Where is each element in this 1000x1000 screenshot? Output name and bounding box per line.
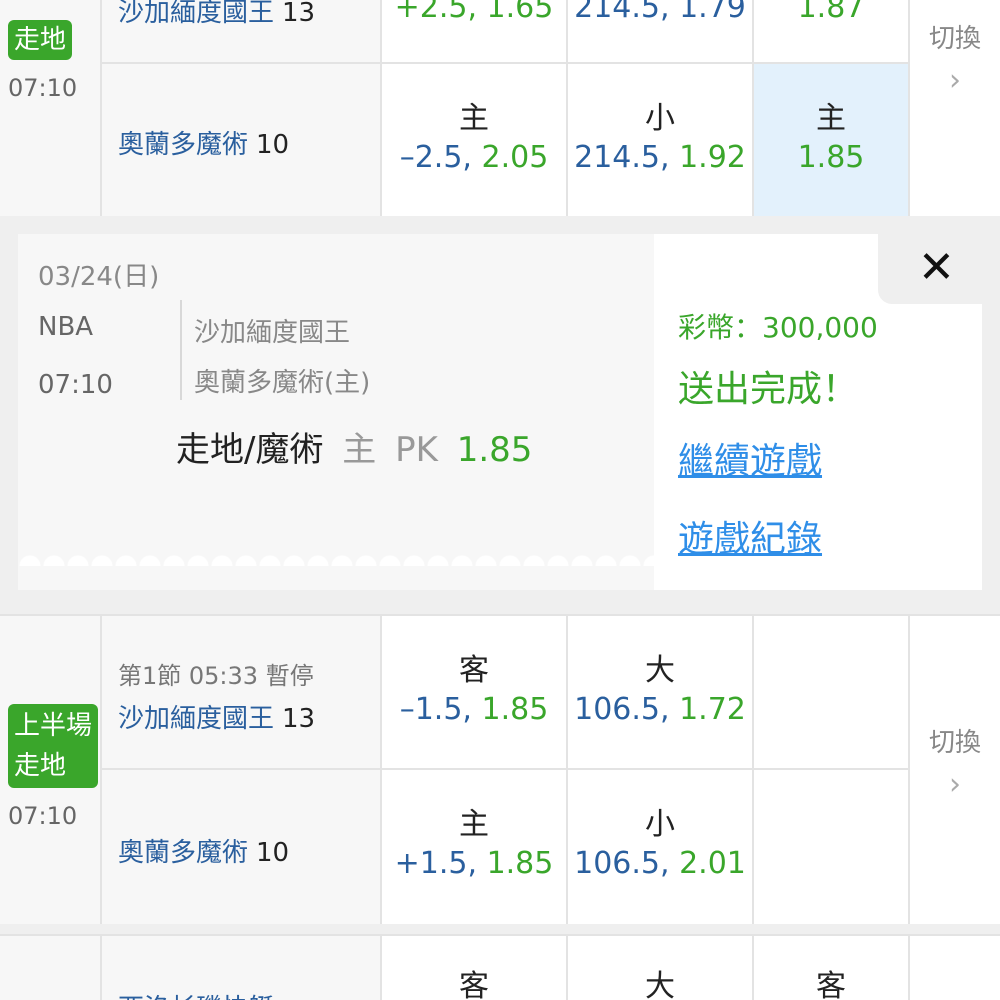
team-score: 13: [282, 0, 316, 28]
odds-label: 客: [816, 969, 846, 1000]
bet-side: 主: [342, 430, 377, 470]
spread-odds-away[interactable]: 客 –1.5, 1.85: [382, 652, 566, 730]
receipt-bet-line: 走地/魔術 主 PK 1.85: [176, 422, 532, 471]
team-home[interactable]: 奧蘭多魔術 10: [118, 124, 289, 161]
receipt-zigzag-edge: [18, 548, 654, 566]
game-time: 07:10: [8, 74, 78, 102]
total-odds-home[interactable]: 小 106.5, 2.01: [568, 806, 752, 884]
continue-game-link[interactable]: 繼續遊戲: [678, 432, 822, 484]
team-score: 10: [256, 838, 290, 868]
badge-line-2: 走地: [14, 751, 67, 781]
switch-label: 切換: [928, 24, 981, 54]
live-badge: 上半場 走地: [8, 704, 99, 788]
receipt-divider: [180, 300, 182, 400]
odds-value: 1.87: [797, 0, 865, 25]
game-row-block-3: 西洛杉磯快艇 客 大 客: [0, 934, 1000, 1000]
odds-label: 主: [816, 101, 846, 136]
team-away[interactable]: 沙加緬度國王 13: [118, 698, 315, 735]
team-home[interactable]: 奧蘭多魔術 10: [118, 832, 289, 869]
odds-value: +2.5, 1.65: [394, 0, 554, 25]
moneyline-odds-away[interactable]: 1.87: [754, 0, 908, 28]
odds-label: 主: [459, 807, 489, 842]
odds-label: 小: [645, 101, 675, 136]
team-name: 奧蘭多魔術: [118, 838, 249, 868]
total-odds-away[interactable]: 大 106.5, 1.72: [568, 652, 752, 730]
team-name: 沙加緬度國王: [118, 704, 275, 734]
receipt-team-2: 奧蘭多魔術(主): [194, 368, 371, 398]
chevron-right-icon: ›: [949, 767, 961, 802]
odds-value: 106.5, 2.01: [574, 846, 746, 881]
odds-value: +1.5, 1.85: [394, 846, 554, 881]
game-row-block-1: 走地 07:10 沙加緬度國王 13 奧蘭多魔術 10 +2.5, 1.65 214…: [0, 0, 1000, 216]
team-away[interactable]: 沙加緬度國王 13: [118, 0, 315, 29]
total-odds-away[interactable]: 大: [568, 968, 752, 1000]
odds-value: –2.5, 2.05: [399, 140, 549, 175]
odds-value: 1.85: [797, 140, 865, 175]
spread-odds-away[interactable]: +2.5, 1.65: [382, 0, 566, 28]
team-name: 沙加緬度國王: [118, 0, 275, 28]
receipt-team-1: 沙加緬度國王: [194, 318, 351, 348]
coins-label: 彩幣：300,000: [678, 311, 878, 344]
spread-odds-away[interactable]: 客: [382, 968, 566, 1000]
total-odds-away[interactable]: 214.5, 1.79: [568, 0, 752, 28]
close-icon[interactable]: ✕: [918, 244, 955, 292]
spread-odds-home[interactable]: 主 –2.5, 2.05: [382, 100, 566, 178]
game-row-block-2: 上半場 走地 07:10 第1節 05:33 暫停 沙加緬度國王 13 奧蘭多魔術…: [0, 614, 1000, 924]
total-odds-home[interactable]: 小 214.5, 1.92: [568, 100, 752, 178]
game-history-link[interactable]: 遊戲紀錄: [678, 510, 822, 562]
game-time: 07:10: [8, 802, 78, 830]
live-badge: 走地: [8, 20, 73, 60]
receipt-time: 07:10: [38, 370, 113, 400]
odds-value: 214.5, 1.92: [574, 140, 746, 175]
odds-label: 客: [459, 969, 489, 1000]
moneyline-odds-home[interactable]: 主 1.85: [754, 100, 908, 178]
team-away[interactable]: 西洛杉磯快艇: [118, 988, 274, 1000]
receipt-league: NBA: [38, 312, 94, 342]
team-name: 奧蘭多魔術: [118, 130, 249, 160]
switch-label: 切換: [928, 728, 981, 758]
odds-label: 大: [645, 969, 675, 1000]
bet-type: 走地/魔術: [176, 430, 324, 470]
team-score: 13: [282, 704, 316, 734]
badge-line-1: 上半場: [14, 711, 93, 741]
odds-label: 客: [459, 653, 489, 688]
odds-value: 214.5, 1.79: [574, 0, 746, 25]
teams-column: [100, 0, 382, 216]
chevron-right-icon: ›: [949, 63, 961, 98]
odds-value: 106.5, 1.72: [574, 692, 746, 727]
odds-label: 小: [645, 807, 675, 842]
odds-label: 大: [645, 653, 675, 688]
switch-button[interactable]: 切換 ›: [910, 722, 1000, 802]
spread-odds-home[interactable]: 主 +1.5, 1.85: [382, 806, 566, 884]
success-message: 送出完成！: [678, 369, 859, 410]
bet-pk: PK: [395, 430, 438, 470]
team-score: 10: [256, 130, 290, 160]
bet-odds: 1.85: [456, 430, 533, 470]
game-info-column: [0, 934, 100, 1000]
moneyline-odds-away[interactable]: 客: [754, 968, 908, 1000]
receipt-date: 03/24(日): [38, 262, 160, 292]
odds-label: 主: [459, 101, 489, 136]
odds-value: –1.5, 1.85: [399, 692, 549, 727]
switch-button[interactable]: 切換 ›: [910, 18, 1000, 98]
game-status: 第1節 05:33 暫停: [118, 662, 314, 690]
